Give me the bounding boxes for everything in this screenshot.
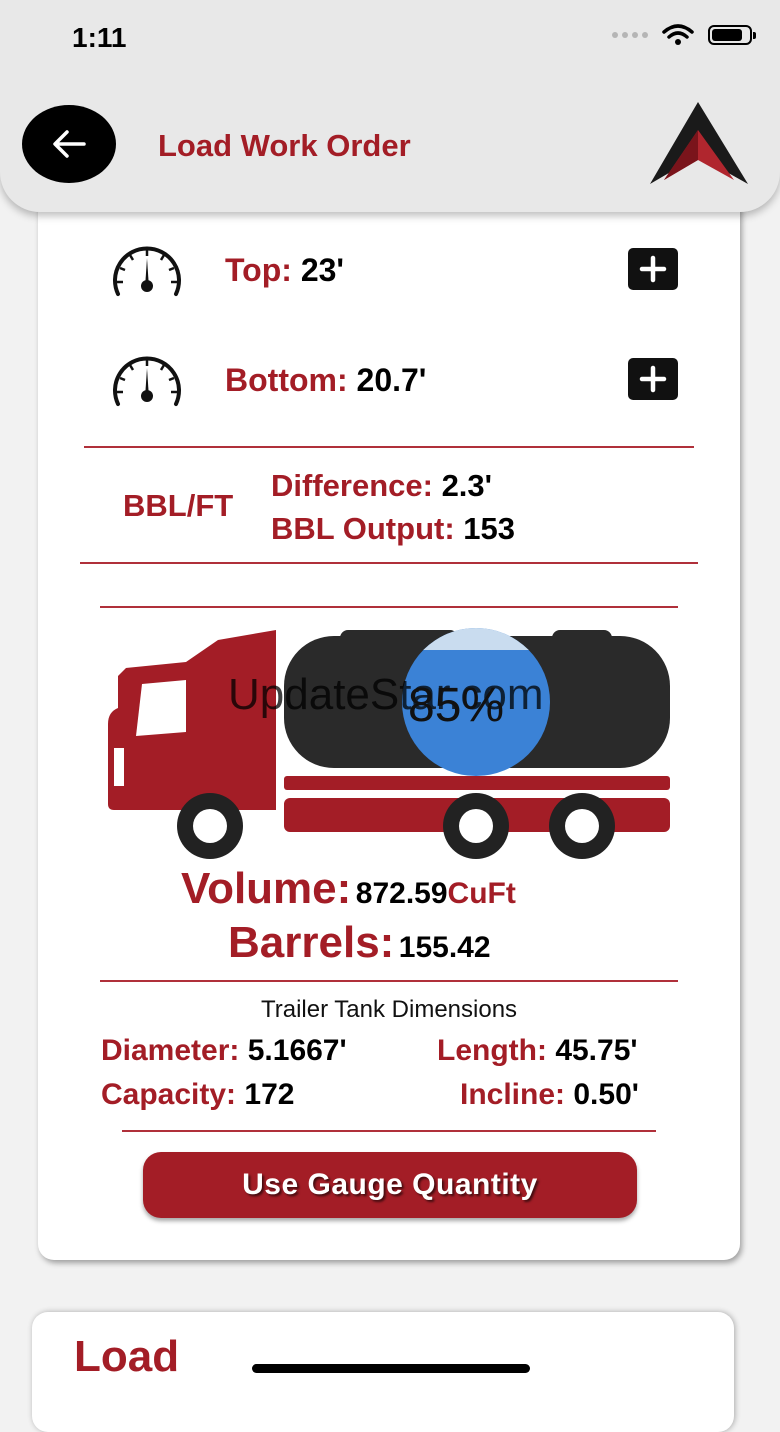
plus-icon	[639, 365, 667, 393]
plus-icon	[639, 255, 667, 283]
capacity-value: 172	[244, 1078, 295, 1111]
diameter-label: Diameter:	[101, 1034, 240, 1067]
divider	[100, 606, 678, 608]
bbl-output-label: BBL Output:	[271, 511, 455, 546]
page-title: Load Work Order	[158, 128, 411, 163]
bbl-ft-title: BBL/FT	[123, 488, 234, 523]
gauge-top-label-text: Top:	[225, 252, 292, 288]
gauge-bottom-label: Bottom: 20.7'	[225, 362, 426, 399]
incline-value: 0.50'	[573, 1078, 639, 1111]
status-time: 1:11	[72, 22, 127, 53]
difference-value: 2.3'	[441, 468, 493, 503]
diameter-value: 5.1667'	[247, 1034, 347, 1067]
load-card-title: Load	[74, 1332, 180, 1381]
gauge-top-value: 23'	[300, 252, 345, 288]
add-bottom-button[interactable]	[628, 358, 678, 400]
capacity-row: Capacity: 172	[101, 1078, 294, 1112]
gauge-icon	[113, 246, 181, 296]
gauge-top-label: Top: 23'	[225, 252, 344, 289]
use-gauge-quantity-button[interactable]: Use Gauge Quantity	[143, 1152, 637, 1218]
divider	[80, 562, 698, 564]
back-button[interactable]	[22, 105, 116, 183]
difference-row: Difference: 2.3'	[271, 468, 492, 504]
app-header: 1:11 Load Work Order	[0, 0, 780, 212]
capacity-label: Capacity:	[101, 1078, 237, 1111]
diameter-row: Diameter: 5.1667'	[101, 1034, 347, 1068]
divider	[84, 446, 694, 448]
incline-row: Incline: 0.50'	[460, 1078, 639, 1112]
bbl-output-row: BBL Output: 153	[271, 511, 515, 547]
gauge-icon	[113, 356, 181, 406]
dimensions-title: Trailer Tank Dimensions	[260, 996, 518, 1023]
wifi-icon	[662, 24, 694, 45]
barrels-label: Barrels:	[228, 918, 395, 967]
barrels-value: 155.42	[398, 931, 491, 964]
volume-unit: CuFt	[447, 877, 516, 910]
volume-label: Volume:	[181, 864, 352, 913]
tanker-truck-illustration	[108, 628, 670, 859]
arrow-left-icon	[53, 130, 86, 158]
length-label: Length:	[437, 1034, 547, 1067]
length-value: 45.75'	[555, 1034, 638, 1067]
signal-icon	[612, 32, 648, 38]
divider	[122, 1130, 656, 1132]
volume-value: 872.59	[355, 877, 448, 910]
difference-label: Difference:	[271, 468, 433, 503]
gauge-bottom-label-text: Bottom:	[225, 362, 348, 398]
barrels-row: Barrels: 155.42	[228, 918, 491, 968]
add-top-button[interactable]	[628, 248, 678, 290]
tank-fill-percent: 85%	[408, 679, 505, 732]
battery-icon	[708, 25, 756, 45]
gauge-row-bottom: Bottom: 20.7'	[108, 350, 678, 410]
length-row: Length: 45.75'	[437, 1034, 638, 1068]
volume-row: Volume: 872.59CuFt	[181, 864, 516, 914]
incline-label: Incline:	[460, 1078, 566, 1111]
status-icons	[612, 24, 756, 46]
gauge-row-top: Top: 23'	[108, 240, 678, 300]
divider	[100, 980, 678, 982]
gauge-card: Top: 23' Bottom: 20.7' BBL/FT Difference…	[38, 170, 740, 1260]
home-indicator[interactable]	[252, 1364, 530, 1373]
bbl-output-value: 153	[463, 511, 516, 546]
gauge-bottom-value: 20.7'	[356, 362, 427, 398]
brand-logo-icon	[650, 102, 748, 184]
